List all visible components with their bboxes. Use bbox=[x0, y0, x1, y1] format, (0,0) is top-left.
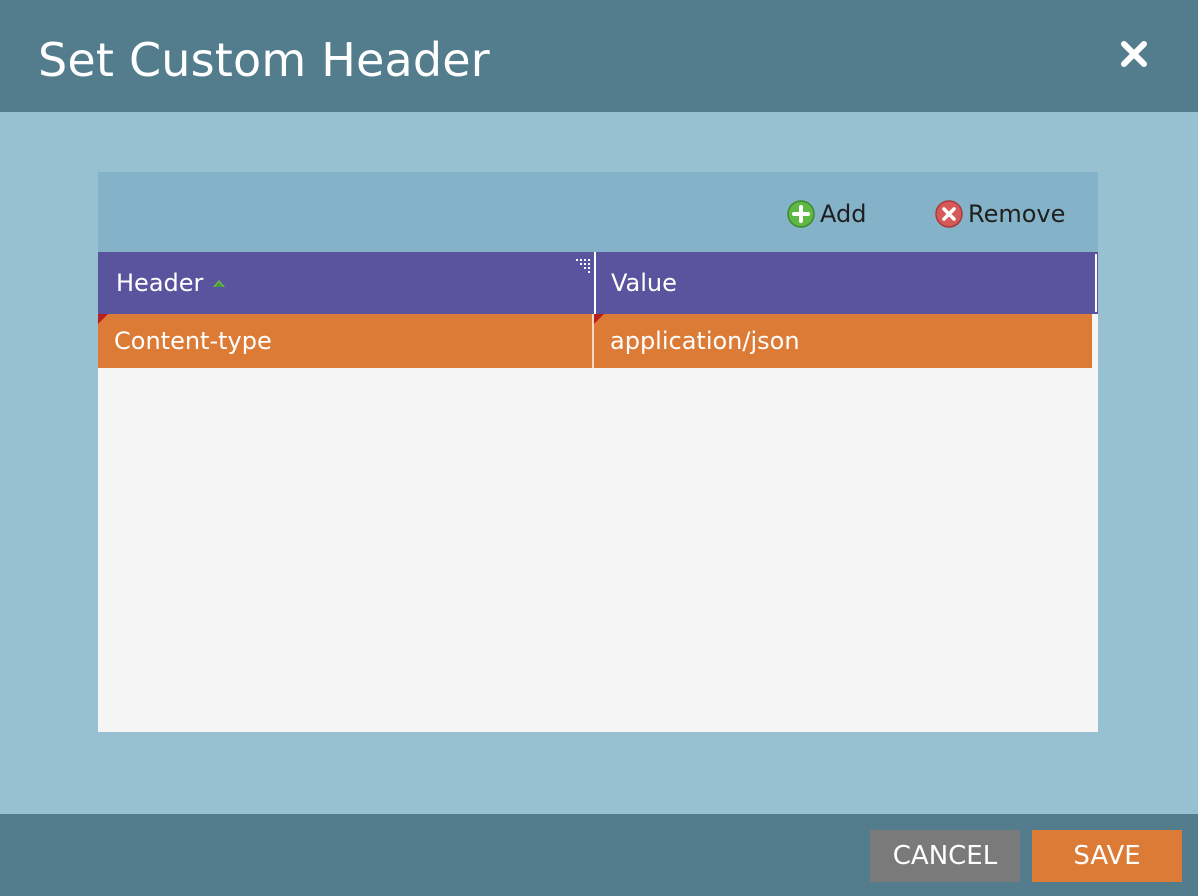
add-button[interactable]: Add bbox=[786, 198, 866, 230]
close-button[interactable] bbox=[1116, 36, 1152, 72]
column-menu-icon[interactable] bbox=[574, 258, 590, 274]
headers-grid: Add Remove Header Value Content-type app… bbox=[98, 172, 1098, 732]
close-icon bbox=[1121, 41, 1147, 67]
grid-toolbar: Add Remove bbox=[98, 172, 1098, 252]
remove-button[interactable]: Remove bbox=[934, 198, 1065, 230]
remove-label: Remove bbox=[968, 200, 1066, 228]
dialog-title: Set Custom Header bbox=[38, 33, 490, 87]
add-label: Add bbox=[820, 200, 867, 228]
cancel-button[interactable]: CANCEL bbox=[870, 830, 1020, 882]
column-header-value[interactable]: Value bbox=[595, 252, 1095, 314]
table-row[interactable]: Content-type application/json bbox=[98, 314, 1092, 368]
value-cell[interactable]: application/json bbox=[594, 314, 1092, 368]
column-header-header[interactable]: Header bbox=[98, 252, 594, 314]
dialog-titlebar: Set Custom Header bbox=[0, 0, 1198, 112]
x-circle-icon bbox=[935, 200, 963, 228]
column-value-label: Value bbox=[611, 269, 677, 297]
dialog-footer: CANCEL SAVE bbox=[0, 814, 1198, 896]
column-header-row: Header Value bbox=[98, 252, 1098, 314]
save-button[interactable]: SAVE bbox=[1032, 830, 1182, 882]
header-cell[interactable]: Content-type bbox=[98, 314, 592, 368]
column-right-edge bbox=[1095, 254, 1097, 312]
plus-circle-icon bbox=[787, 200, 815, 228]
column-header-label: Header bbox=[116, 269, 204, 297]
sort-indicator-icon bbox=[213, 280, 226, 287]
